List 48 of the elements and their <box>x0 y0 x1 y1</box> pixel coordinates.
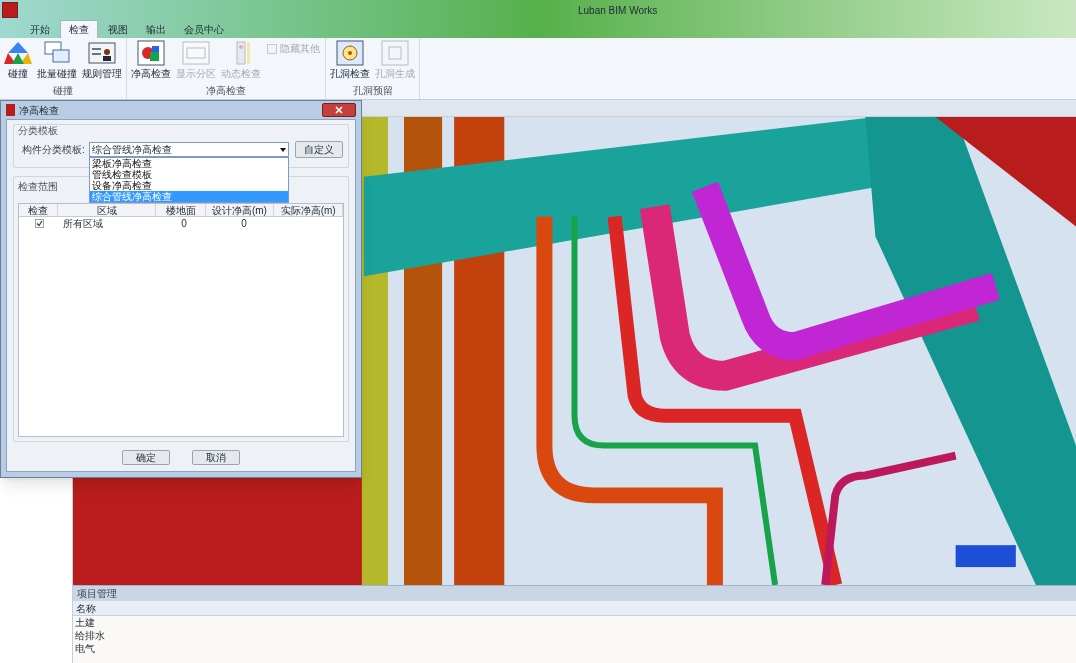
column-header: 设计净高(m) <box>205 204 275 216</box>
close-button[interactable] <box>322 103 356 117</box>
app-logo-icon <box>2 2 18 18</box>
ribbon-button[interactable]: 批量碰撞 <box>35 40 79 80</box>
ribbon-tab[interactable]: 开始 <box>22 20 58 38</box>
table-cell-text: 电气 <box>74 642 96 655</box>
ribbon-button[interactable]: 净高检查 <box>129 40 173 80</box>
group-title: 分类模板 <box>18 125 58 137</box>
triangle-icon <box>4 40 32 66</box>
dropdown-option[interactable]: 设备净高检查 <box>89 180 288 191</box>
column-header: 实际净高(m) <box>274 204 343 216</box>
column-header: 检查 <box>19 204 59 216</box>
dropdown-option[interactable]: 梁板净高检查 <box>89 158 288 169</box>
target-icon <box>336 40 364 66</box>
ribbon-button[interactable]: 碰撞 <box>2 40 34 80</box>
dialog-button[interactable]: 取消 <box>192 450 240 465</box>
group-title: 检查范围 <box>18 181 58 193</box>
window-icon <box>381 40 409 66</box>
field-label: 构件分类模板: <box>22 143 85 157</box>
customize-button[interactable]: 自定义 <box>294 141 343 158</box>
ribbon-button[interactable]: 规则管理 <box>80 40 124 80</box>
template-dropdown[interactable]: 综合管线净高检查 <box>88 142 289 157</box>
column-header: 名称 <box>73 601 1076 616</box>
ribbon-tab[interactable]: 会员中心 <box>176 20 232 38</box>
ribbon-tab[interactable]: 视图 <box>100 20 136 38</box>
dropdown-option[interactable]: 管线检查模板 <box>89 169 288 180</box>
ribbon-group-label: 孔洞预留 <box>351 84 394 98</box>
app-logo-icon <box>6 104 15 116</box>
dialog-title: 净高检查 <box>19 103 60 118</box>
dialog-button[interactable]: 确定 <box>122 450 170 465</box>
panel-title: 项目管理 <box>73 586 1076 601</box>
column-header: 区域 <box>58 204 157 216</box>
table-cell-text: 0 <box>240 217 248 230</box>
ribbon-button[interactable]: 孔洞检查 <box>328 40 372 80</box>
ribbon-tab[interactable]: 输出 <box>138 20 174 38</box>
ribbon-tab[interactable]: 检查 <box>60 20 98 38</box>
table-cell-text: 给排水 <box>74 629 106 642</box>
column-header: 楼地面 <box>156 204 206 216</box>
window-title: Luban BIM Works <box>578 3 658 18</box>
table-cell-text: 0 <box>180 217 188 230</box>
window-icon <box>182 40 210 66</box>
ribbon-group-label: 碰撞 <box>52 84 74 98</box>
table-cell-text: 土建 <box>74 616 96 629</box>
ribbon-group-label: 净高检查 <box>205 84 247 98</box>
row-checkbox[interactable] <box>34 219 44 228</box>
close-icon <box>335 106 343 114</box>
table-cell-text: 所有区域 <box>62 217 104 230</box>
caret-icon <box>279 147 286 152</box>
